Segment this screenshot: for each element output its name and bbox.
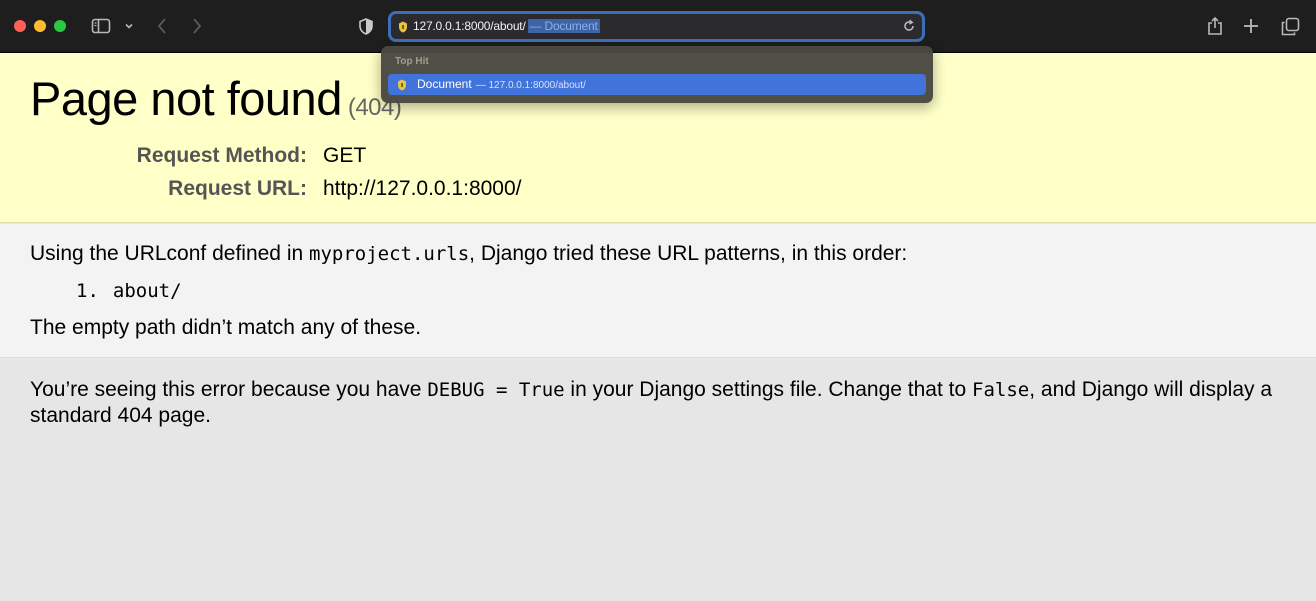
- close-window-icon[interactable]: [14, 20, 26, 32]
- request-url-value: http://127.0.0.1:8000/: [323, 177, 522, 200]
- debug-text-2: in your Django settings file. Change tha…: [564, 378, 973, 401]
- request-method-value: GET: [323, 144, 367, 167]
- autocomplete-dropdown: Top Hit Document — 127.0.0.1:8000/about/: [381, 46, 933, 103]
- new-tab-icon[interactable]: [1241, 14, 1261, 38]
- address-text[interactable]: 127.0.0.1:8000/about/— Document: [413, 19, 600, 33]
- page-title-text: Page not found: [30, 72, 342, 125]
- tab-overview-icon[interactable]: [1279, 14, 1301, 38]
- address-suffix: — Document: [527, 19, 600, 33]
- favicon-icon: [398, 79, 406, 91]
- page-title: Page not found (404): [30, 71, 402, 126]
- urlconf-intro-text: Using the URLconf defined in: [30, 242, 309, 265]
- forward-icon[interactable]: [188, 14, 206, 38]
- chevron-down-icon[interactable]: [123, 14, 135, 38]
- sidebar-icon[interactable]: [90, 14, 112, 38]
- shield-icon[interactable]: [356, 14, 376, 38]
- autocomplete-header: Top Hit: [395, 56, 429, 67]
- no-match-message: The empty path didn’t match any of these…: [30, 316, 422, 339]
- request-url-label: Request URL:: [168, 177, 307, 200]
- urlconf-intro-tail: , Django tried these URL patterns, in th…: [469, 242, 908, 265]
- urlconf-intro: Using the URLconf defined in myproject.u…: [30, 242, 907, 266]
- autocomplete-item-url: — 127.0.0.1:8000/about/: [475, 80, 586, 91]
- reload-icon[interactable]: [902, 19, 916, 38]
- urlconf-module: myproject.urls: [309, 243, 470, 265]
- request-url-row: Request URL: http://127.0.0.1:8000/: [0, 177, 1316, 205]
- debug-text-1: You’re seeing this error because you hav…: [30, 378, 428, 401]
- autocomplete-item-title: Document: [417, 77, 472, 91]
- debug-explanation: You’re seeing this error because you hav…: [0, 359, 1316, 601]
- request-method-label: Request Method:: [136, 144, 307, 167]
- back-icon[interactable]: [153, 14, 171, 38]
- debug-setting: DEBUG = True: [427, 379, 565, 401]
- minimize-window-icon[interactable]: [34, 20, 46, 32]
- zoom-window-icon[interactable]: [54, 20, 66, 32]
- address-url: 127.0.0.1:8000/about/: [413, 19, 526, 33]
- urlconf-info: Using the URLconf defined in myproject.u…: [0, 224, 1316, 358]
- share-icon[interactable]: [1205, 14, 1225, 38]
- autocomplete-item-text: Document — 127.0.0.1:8000/about/: [417, 77, 586, 91]
- request-method-row: Request Method: GET: [0, 144, 1316, 172]
- debug-false-value: False: [972, 379, 1030, 401]
- address-bar[interactable]: 127.0.0.1:8000/about/— Document: [388, 11, 925, 42]
- autocomplete-top-hit[interactable]: Document — 127.0.0.1:8000/about/: [388, 74, 926, 95]
- url-pattern-item: 1. about/: [76, 280, 182, 302]
- url-pattern-number: 1.: [76, 280, 99, 302]
- favicon-icon: [399, 21, 407, 33]
- url-pattern-text: about/: [112, 280, 182, 302]
- debug-message: You’re seeing this error because you hav…: [30, 377, 1280, 429]
